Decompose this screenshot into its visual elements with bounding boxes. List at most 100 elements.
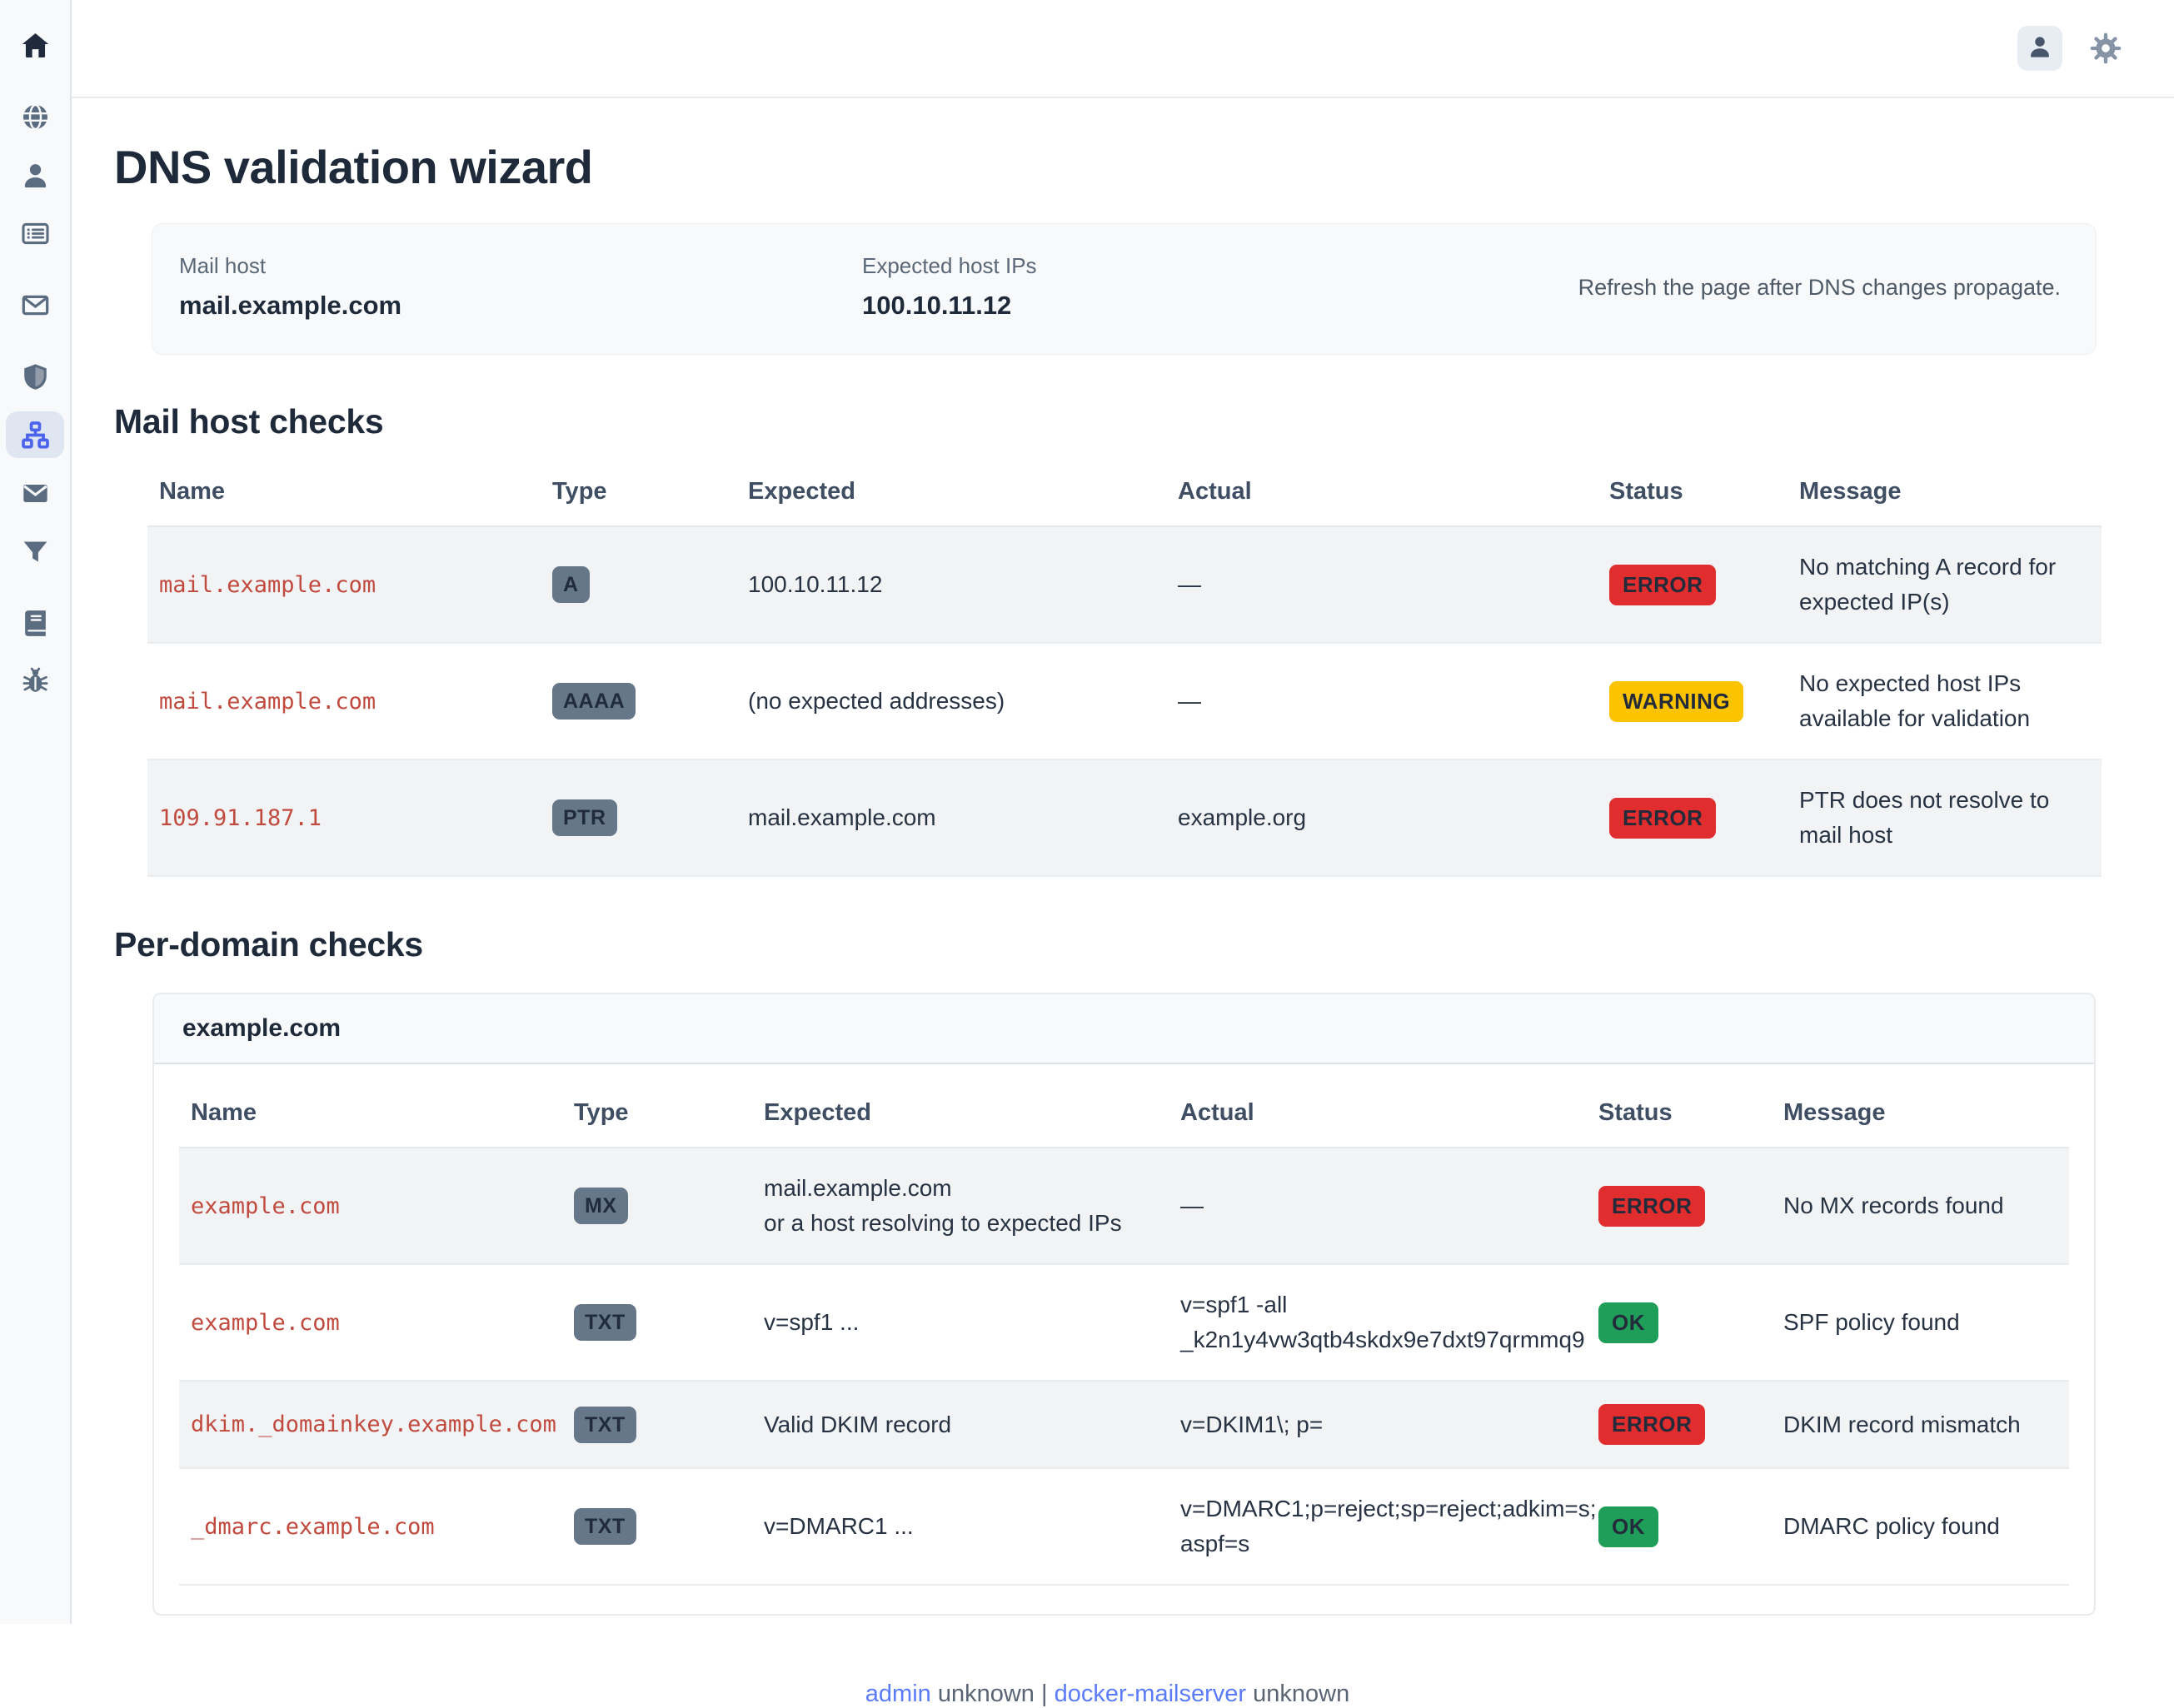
record-name: example.com xyxy=(191,1310,340,1336)
sidebar xyxy=(0,0,72,1624)
column-header-expected: Expected xyxy=(752,1084,1169,1148)
mail-host-value: mail.example.com xyxy=(179,289,862,322)
actual-value: — xyxy=(1178,684,1574,719)
message: SPF policy found xyxy=(1783,1309,1960,1335)
footer: admin unknown | docker-mailserver unknow… xyxy=(114,1681,2101,1708)
sidebar-item-accounts[interactable] xyxy=(6,152,64,198)
globe-icon xyxy=(20,102,51,132)
record-type-badge: AAAA xyxy=(552,683,636,720)
table-header-row: Name Type Expected Actual Status Message xyxy=(147,463,2102,526)
main-content: DNS validation wizard Mail host mail.exa… xyxy=(72,98,2174,1624)
record-name: mail.example.com xyxy=(159,689,376,715)
status-badge: ERROR xyxy=(1609,798,1716,839)
column-header-message: Message xyxy=(1788,463,2102,526)
expected-ips-value: 100.10.11.12 xyxy=(862,289,1578,322)
message: PTR does not resolve to mail host xyxy=(1799,787,2049,848)
actual-value: — xyxy=(1180,1188,1563,1223)
sidebar-item-debug[interactable] xyxy=(6,658,64,705)
actual-value: v=spf1 -all xyxy=(1180,1287,1563,1322)
record-type-badge: PTR xyxy=(552,799,617,836)
expected-ips-summary: Expected host IPs 100.10.11.12 xyxy=(862,252,1578,322)
account-button[interactable] xyxy=(2017,26,2062,71)
footer-divider: | xyxy=(1041,1681,1048,1707)
column-header-actual: Actual xyxy=(1166,463,1598,526)
table-row: 109.91.187.1 PTR mail.example.com exampl… xyxy=(147,759,2102,876)
expected-value: v=spf1 ... xyxy=(764,1305,1145,1340)
expected-value: Valid DKIM record xyxy=(764,1407,1145,1442)
status-badge: ERROR xyxy=(1598,1404,1705,1445)
refresh-note: Refresh the page after DNS changes propa… xyxy=(1578,275,2061,301)
column-header-name: Name xyxy=(179,1084,562,1148)
expected-value: 100.10.11.12 xyxy=(748,567,1143,602)
sidebar-item-mailboxes[interactable] xyxy=(6,281,64,328)
record-type-badge: A xyxy=(552,566,590,603)
admin-version-value: unknown xyxy=(938,1681,1035,1707)
mail-host-summary: Mail host mail.example.com xyxy=(179,252,862,322)
actual-value: example.org xyxy=(1178,800,1574,835)
sidebar-item-security[interactable] xyxy=(6,353,64,400)
network-icon xyxy=(20,420,51,451)
sidebar-item-domains[interactable] xyxy=(6,93,64,140)
settings-button[interactable] xyxy=(2089,32,2122,65)
status-badge: OK xyxy=(1598,1302,1658,1343)
record-type-badge: TXT xyxy=(574,1508,636,1545)
actual-value: — xyxy=(1178,567,1574,602)
expected-value: (no expected addresses) xyxy=(748,684,1143,719)
message: DKIM record mismatch xyxy=(1783,1412,2021,1437)
mail-outline-icon xyxy=(20,290,51,321)
page-title: DNS validation wizard xyxy=(114,140,2101,194)
mail-filled-icon xyxy=(20,478,51,509)
table-row: mail.example.com A 100.10.11.12 — ERROR … xyxy=(147,526,2102,643)
actual-value: v=DMARC1;p=reject;sp=reject;adkim=s; xyxy=(1180,1491,1563,1526)
mailserver-version-link[interactable]: docker-mailserver xyxy=(1055,1681,1246,1707)
per-domain-checks-title: Per-domain checks xyxy=(114,925,2101,964)
actual-value: v=DKIM1\; p= xyxy=(1180,1407,1563,1442)
column-header-message: Message xyxy=(1772,1084,2069,1148)
mail-host-label: Mail host xyxy=(179,252,862,281)
actual-value-line2: _k2n1y4vw3qtb4skdx9e7dxt97qrmmq9 xyxy=(1180,1322,1563,1357)
sidebar-item-filters[interactable] xyxy=(6,528,64,575)
sidebar-item-dns-wizard[interactable] xyxy=(6,411,64,458)
user-icon xyxy=(20,160,51,191)
per-domain-checks-table: Name Type Expected Actual Status Message… xyxy=(179,1084,2069,1586)
sidebar-item-home[interactable] xyxy=(6,22,64,68)
table-header-row: Name Type Expected Actual Status Message xyxy=(179,1084,2069,1148)
column-header-type: Type xyxy=(562,1084,752,1148)
table-row: example.com TXT v=spf1 ... v=spf1 -all_k… xyxy=(179,1264,2069,1381)
sidebar-item-queue[interactable] xyxy=(6,470,64,516)
column-header-status: Status xyxy=(1587,1084,1772,1148)
column-header-status: Status xyxy=(1598,463,1788,526)
admin-version-link[interactable]: admin xyxy=(865,1681,931,1707)
address-list-icon xyxy=(20,218,51,249)
column-header-actual: Actual xyxy=(1169,1084,1587,1148)
mailserver-version-value: unknown xyxy=(1253,1681,1349,1707)
status-badge: ERROR xyxy=(1598,1186,1705,1227)
domain-card: example.com Name Type Expected Actual St… xyxy=(152,993,2096,1616)
expected-value: mail.example.com xyxy=(764,1171,1145,1206)
status-badge: ERROR xyxy=(1609,565,1716,605)
table-row: mail.example.com AAAA (no expected addre… xyxy=(147,643,2102,759)
home-icon xyxy=(20,30,51,61)
status-badge: OK xyxy=(1598,1506,1658,1547)
mail-host-checks-title: Mail host checks xyxy=(114,402,2101,441)
actual-value-line2: aspf=s xyxy=(1180,1526,1563,1561)
domain-card-body: Name Type Expected Actual Status Message… xyxy=(154,1064,2094,1614)
message: No expected host IPs available for valid… xyxy=(1799,670,2030,731)
column-header-expected: Expected xyxy=(736,463,1166,526)
bug-icon xyxy=(20,666,51,697)
message: No matching A record for expected IP(s) xyxy=(1799,554,2056,615)
expected-value: v=DMARC1 ... xyxy=(764,1509,1145,1544)
message: DMARC policy found xyxy=(1783,1513,2000,1539)
record-name: 109.91.187.1 xyxy=(159,805,322,831)
shield-icon xyxy=(20,361,51,392)
expected-ips-label: Expected host IPs xyxy=(862,252,1578,281)
table-row: _dmarc.example.com TXT v=DMARC1 ... v=DM… xyxy=(179,1468,2069,1585)
sidebar-item-aliases[interactable] xyxy=(6,210,64,256)
status-badge: WARNING xyxy=(1609,681,1743,722)
book-icon xyxy=(20,608,51,639)
record-name: dkim._domainkey.example.com xyxy=(191,1412,556,1437)
filter-icon xyxy=(20,536,51,567)
table-row: dkim._domainkey.example.com TXT Valid DK… xyxy=(179,1381,2069,1468)
sidebar-item-logs[interactable] xyxy=(6,600,64,646)
record-type-badge: TXT xyxy=(574,1407,636,1443)
